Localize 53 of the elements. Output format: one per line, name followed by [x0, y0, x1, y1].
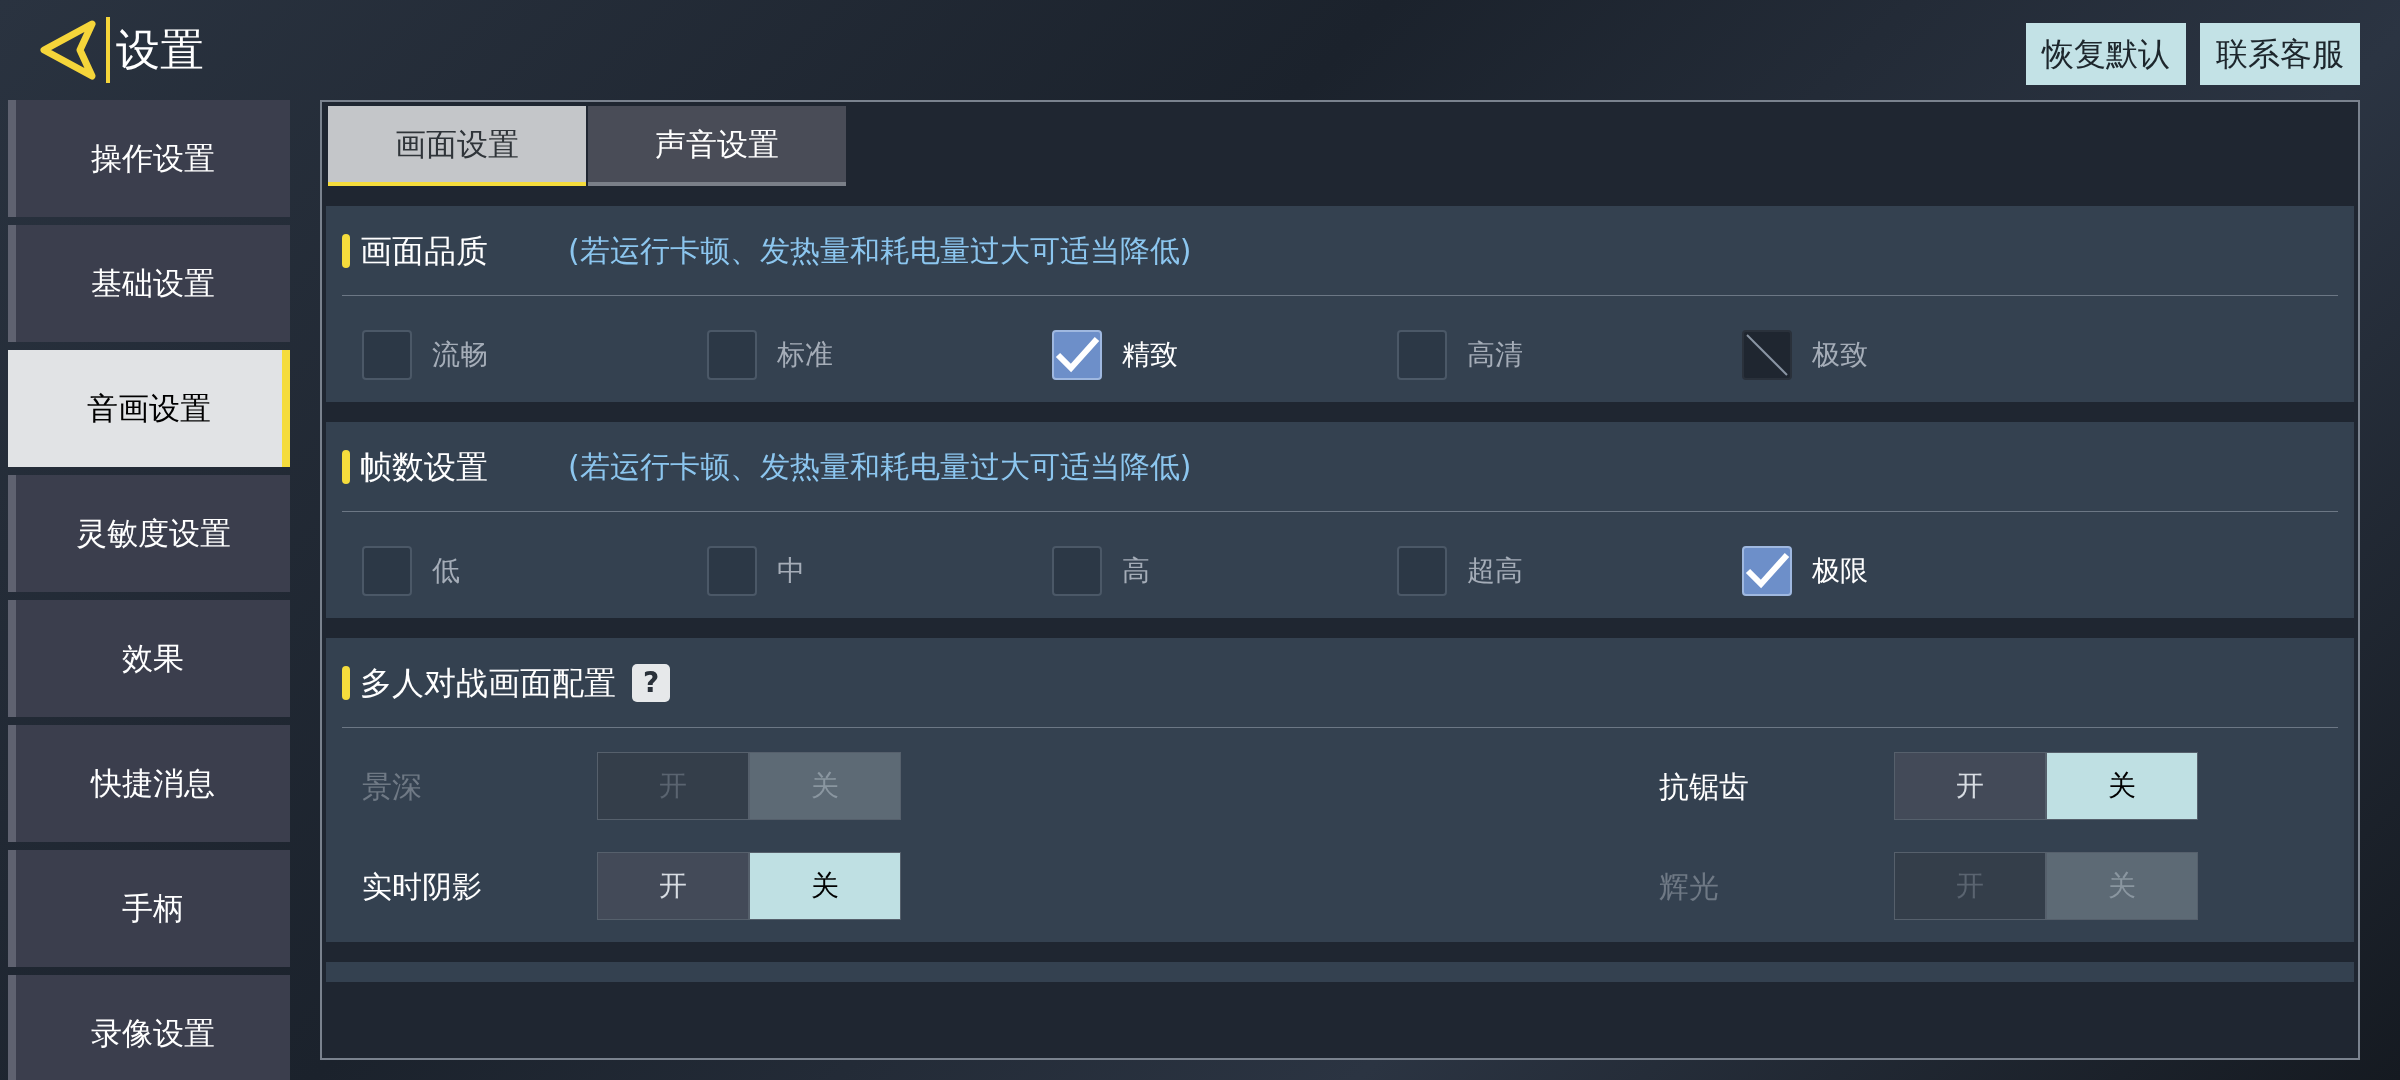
option-label: 高	[1122, 553, 1150, 589]
checkmark-icon	[1744, 551, 1790, 591]
sidebar-item[interactable]: 效果	[8, 600, 290, 717]
sidebar-item[interactable]: 基础设置	[8, 225, 290, 342]
option-label: 流畅	[432, 337, 488, 373]
header-button[interactable]: 联系客服	[2200, 23, 2360, 85]
section-marker	[342, 233, 350, 268]
section-marker	[342, 665, 350, 700]
checkbox[interactable]	[1742, 546, 1792, 596]
setting-label: 实时阴影	[362, 867, 483, 906]
sidebar-item[interactable]: 快捷消息	[8, 725, 290, 842]
setting-label: 辉光	[1659, 867, 1720, 906]
sidebar-item[interactable]: 音画设置	[8, 350, 290, 467]
checkbox[interactable]	[362, 330, 412, 380]
option-label: 精致	[1122, 337, 1178, 373]
sidebar-item[interactable]: 手柄	[8, 850, 290, 967]
tab[interactable]: 画面设置	[328, 106, 586, 186]
header-button[interactable]: 恢复默认	[2026, 23, 2186, 85]
option-label: 高清	[1467, 337, 1523, 373]
option-label: 极致	[1812, 337, 1868, 373]
help-icon[interactable]: ?	[632, 663, 670, 702]
option-label: 中	[777, 553, 805, 589]
page-title: 设置	[106, 17, 204, 83]
sidebar-item[interactable]: 录像设置	[8, 975, 290, 1080]
off-option[interactable]: 关	[749, 852, 901, 920]
tab[interactable]: 声音设置	[588, 106, 846, 186]
checkbox[interactable]	[707, 330, 757, 380]
option-label: 超高	[1467, 553, 1523, 589]
option-label: 低	[432, 553, 460, 589]
back-icon[interactable]	[40, 20, 96, 80]
off-option[interactable]: 关	[2046, 752, 2198, 820]
section-hint: (若运行卡顿、发热量和耗电量过大可适当降低)	[568, 232, 1192, 270]
checkbox[interactable]	[1052, 330, 1102, 380]
checkbox[interactable]	[1397, 546, 1447, 596]
on-option[interactable]: 开	[1894, 752, 2046, 820]
checkmark-icon	[1054, 335, 1100, 375]
sidebar-item[interactable]: 操作设置	[8, 100, 290, 217]
section-title: 多人对战画面配置	[360, 662, 616, 704]
section-hint: (若运行卡顿、发热量和耗电量过大可适当降低)	[568, 448, 1192, 486]
checkbox[interactable]	[1397, 330, 1447, 380]
section-title: 画面品质	[360, 230, 488, 272]
setting-label: 抗锯齿	[1659, 767, 1750, 806]
section-marker	[342, 449, 350, 484]
option-label: 标准	[777, 337, 833, 373]
section-title: 帧数设置	[360, 446, 488, 488]
checkbox[interactable]	[707, 546, 757, 596]
checkbox[interactable]	[1052, 546, 1102, 596]
on-option[interactable]: 开	[597, 852, 749, 920]
option-label: 极限	[1812, 553, 1868, 589]
setting-label: 景深	[362, 767, 423, 806]
slash-icon	[1745, 333, 1789, 377]
checkbox[interactable]	[362, 546, 412, 596]
sidebar-item[interactable]: 灵敏度设置	[8, 475, 290, 592]
